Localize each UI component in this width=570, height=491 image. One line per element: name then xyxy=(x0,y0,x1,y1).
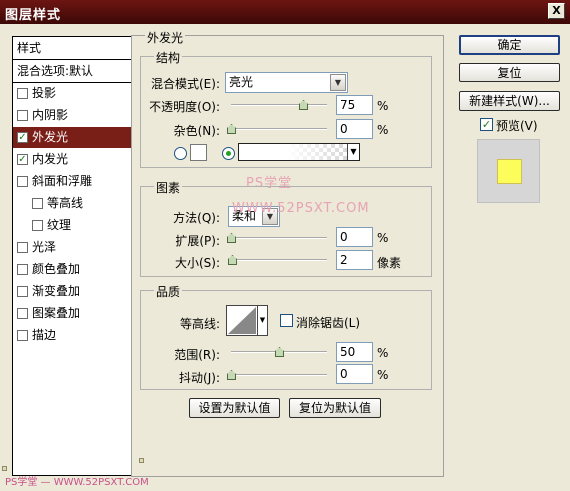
style-item-label: 投影 xyxy=(32,86,57,100)
noise-input[interactable]: 0 xyxy=(336,119,373,139)
preview-checkbox[interactable]: ✓ xyxy=(480,118,493,131)
noise-unit: % xyxy=(377,123,389,137)
style-item-satin[interactable]: 光泽 xyxy=(13,237,137,258)
opacity-unit: % xyxy=(377,99,389,113)
style-item-label: 颜色叠加 xyxy=(32,262,81,276)
ok-button[interactable]: 确定 xyxy=(459,35,560,55)
style-item-label: 渐变叠加 xyxy=(32,284,81,298)
style-item-texture[interactable]: 纹理 xyxy=(13,215,137,236)
spread-unit: % xyxy=(377,231,389,245)
jitter-label: 抖动(J): xyxy=(179,371,220,385)
size-label: 大小(S): xyxy=(174,256,220,270)
range-label: 范围(R): xyxy=(174,348,220,362)
styles-header[interactable]: 样式 xyxy=(13,37,137,60)
style-item-inner-glow[interactable]: ✓ 内发光 xyxy=(13,149,137,170)
style-item-label: 内阴影 xyxy=(32,108,69,122)
size-unit: 像素 xyxy=(377,256,402,270)
pattern-overlay-checkbox[interactable] xyxy=(17,308,28,319)
chevron-down-icon: ▼ xyxy=(330,74,346,91)
structure-title: 结构 xyxy=(154,49,183,66)
inner-shadow-checkbox[interactable] xyxy=(17,110,28,121)
size-slider[interactable] xyxy=(231,259,327,261)
contour-checkbox[interactable] xyxy=(32,198,43,209)
quality-title: 品质 xyxy=(154,283,183,300)
jitter-unit: % xyxy=(377,368,389,382)
size-input[interactable]: 2 xyxy=(336,250,373,270)
panel-title: 外发光 xyxy=(145,29,186,46)
gradient-radio[interactable] xyxy=(222,147,235,160)
bevel-emboss-checkbox[interactable] xyxy=(17,176,28,187)
jitter-input[interactable]: 0 xyxy=(336,364,373,384)
style-item-label: 光泽 xyxy=(32,240,57,254)
style-item-label: 内发光 xyxy=(32,152,69,166)
style-item-gradient-overlay[interactable]: 渐变叠加 xyxy=(13,281,137,302)
blend-mode-select[interactable]: 亮光 ▼ xyxy=(225,72,348,93)
preview-check-mark: ✓ xyxy=(481,118,492,131)
reset-default-button[interactable]: 复位为默认值 xyxy=(289,398,381,418)
styles-list: 样式 混合选项:默认 投影 内阴影 ✓ 外发光 ✓ 内发光 斜面和浮雕 等高线 … xyxy=(12,36,138,476)
contour-picker[interactable]: ▼ xyxy=(226,305,268,336)
preview-swatch xyxy=(497,159,522,184)
opacity-label: 不透明度(O): xyxy=(149,100,220,114)
resize-handle[interactable] xyxy=(139,458,144,463)
range-unit: % xyxy=(377,346,389,360)
anti-alias-checkbox[interactable] xyxy=(280,314,293,327)
spread-label: 扩展(P): xyxy=(175,234,220,248)
contour-label: 等高线: xyxy=(179,317,220,331)
contour-preview-icon xyxy=(228,307,256,334)
spread-slider[interactable] xyxy=(231,237,327,239)
style-item-label: 纹理 xyxy=(47,218,72,232)
chevron-down-icon: ▼ xyxy=(257,306,267,335)
new-style-button[interactable]: 新建样式(W)... xyxy=(459,91,560,111)
satin-checkbox[interactable] xyxy=(17,242,28,253)
stroke-checkbox[interactable] xyxy=(17,330,28,341)
watermark-text: WWW.52PSXT.COM xyxy=(232,201,370,216)
blend-mode-value: 亮光 xyxy=(229,75,254,89)
style-item-color-overlay[interactable]: 颜色叠加 xyxy=(13,259,137,280)
chevron-down-icon: ▼ xyxy=(347,144,359,160)
outer-glow-checkbox[interactable]: ✓ xyxy=(17,132,28,143)
watermark-bottom: PS学堂 — WWW.52PSXT.COM xyxy=(5,477,149,488)
gradient-picker[interactable]: ▼ xyxy=(238,143,360,161)
anti-alias-label[interactable]: 消除锯齿(L) xyxy=(296,314,360,331)
style-item-stroke[interactable]: 描边 xyxy=(13,325,137,346)
style-item-label: 图案叠加 xyxy=(32,306,81,320)
jitter-slider[interactable] xyxy=(231,374,327,376)
gradient-overlay-checkbox[interactable] xyxy=(17,286,28,297)
range-input[interactable]: 50 xyxy=(336,342,373,362)
style-item-inner-shadow[interactable]: 内阴影 xyxy=(13,105,137,126)
inner-glow-checkbox[interactable]: ✓ xyxy=(17,154,28,165)
blend-mode-label: 混合模式(E): xyxy=(151,77,220,91)
technique-label: 方法(Q): xyxy=(173,211,220,225)
title-bar[interactable]: 图层样式 X xyxy=(0,0,570,24)
style-item-bevel-emboss[interactable]: 斜面和浮雕 xyxy=(13,171,137,192)
opacity-slider[interactable] xyxy=(231,104,327,106)
style-item-label: 斜面和浮雕 xyxy=(32,174,93,188)
glow-color-swatch[interactable] xyxy=(190,144,207,161)
noise-label: 杂色(N): xyxy=(173,124,220,138)
style-item-pattern-overlay[interactable]: 图案叠加 xyxy=(13,303,137,324)
color-radio[interactable] xyxy=(174,147,187,160)
style-item-drop-shadow[interactable]: 投影 xyxy=(13,83,137,104)
style-item-label: 等高线 xyxy=(47,196,84,210)
blend-options-item[interactable]: 混合选项:默认 xyxy=(13,60,137,83)
opacity-input[interactable]: 75 xyxy=(336,95,373,115)
style-item-outer-glow[interactable]: ✓ 外发光 xyxy=(13,127,137,148)
style-item-label: 外发光 xyxy=(32,130,69,144)
texture-checkbox[interactable] xyxy=(32,220,43,231)
make-default-button[interactable]: 设置为默认值 xyxy=(189,398,280,418)
style-preview xyxy=(477,139,540,203)
style-item-label: 描边 xyxy=(32,328,57,342)
resize-handle[interactable] xyxy=(2,466,7,471)
window-title: 图层样式 xyxy=(5,8,62,23)
noise-slider[interactable] xyxy=(231,128,327,130)
spread-input[interactable]: 0 xyxy=(336,227,373,247)
color-overlay-checkbox[interactable] xyxy=(17,264,28,275)
preview-label[interactable]: 预览(V) xyxy=(496,117,538,134)
reset-button[interactable]: 复位 xyxy=(459,63,560,82)
drop-shadow-checkbox[interactable] xyxy=(17,88,28,99)
elements-title: 图素 xyxy=(154,179,183,196)
close-button[interactable]: X xyxy=(548,3,565,19)
style-item-contour[interactable]: 等高线 xyxy=(13,193,137,214)
